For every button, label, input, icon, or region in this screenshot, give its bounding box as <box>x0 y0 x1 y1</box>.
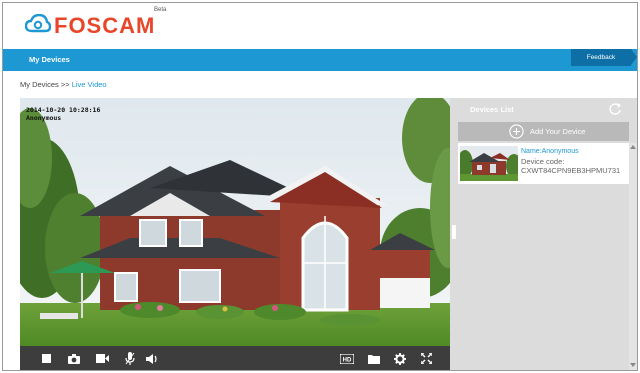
breadcrumb-root[interactable]: My Devices <box>20 80 59 89</box>
refresh-icon[interactable] <box>608 102 622 121</box>
stop-icon[interactable] <box>38 346 54 370</box>
divider-handle[interactable] <box>452 225 456 239</box>
foscam-cloud-icon <box>24 13 52 39</box>
devices-list-title: Devices List <box>470 105 514 114</box>
breadcrumb-current[interactable]: Live Video <box>72 80 107 89</box>
devices-list-panel: Devices List Add Your Device Name:Anonym… <box>458 98 637 370</box>
breadcrumb: My Devices >> Live Video <box>20 80 107 89</box>
feedback-button[interactable]: Feedback <box>571 49 631 66</box>
record-video-icon[interactable] <box>94 346 110 370</box>
hd-badge-icon[interactable]: HD <box>338 346 356 370</box>
add-circle-icon <box>509 124 524 144</box>
add-device-label: Add Your Device <box>530 127 586 136</box>
folder-icon[interactable] <box>366 346 382 370</box>
header: FOSCAM Beta <box>3 3 637 47</box>
devices-scrollbar[interactable] <box>629 143 637 370</box>
device-code-label: Device code: <box>521 157 565 166</box>
device-list-item[interactable]: Name:Anonymous Device code: CXWT84CPN9EB… <box>458 143 629 184</box>
logo-text: FOSCAM <box>54 13 156 38</box>
video-osd: 2014-10-20 10:28:16 Anonymous <box>26 106 100 122</box>
snapshot-camera-icon[interactable] <box>66 346 82 370</box>
app-window: FOSCAM Beta My Devices Feedback My Devic… <box>2 2 638 371</box>
scroll-down-arrow-icon[interactable] <box>630 363 636 367</box>
osd-timestamp: 2014-10-20 10:28:16 <box>26 106 101 114</box>
fullscreen-icon[interactable] <box>418 346 434 370</box>
hd-label: HD <box>343 357 352 363</box>
scroll-up-arrow-icon[interactable] <box>630 145 636 149</box>
live-video-view[interactable]: 2014-10-20 10:28:16 Anonymous <box>20 98 450 346</box>
video-control-bar: HD <box>20 346 450 370</box>
osd-camera-name: Anonymous <box>26 114 62 122</box>
camera-feed-image <box>20 98 450 346</box>
microphone-icon[interactable] <box>122 346 138 370</box>
device-code: CXWT84CPN9EB3HPMU731 <box>521 166 621 175</box>
feedback-arrow <box>631 49 637 65</box>
nav-bar: My Devices Feedback <box>3 49 637 71</box>
breadcrumb-separator: >> <box>60 80 70 89</box>
speaker-icon[interactable] <box>144 346 160 370</box>
add-device-button[interactable]: Add Your Device <box>458 122 629 141</box>
device-thumbnail <box>460 146 518 181</box>
nav-my-devices[interactable]: My Devices <box>29 49 70 71</box>
device-name[interactable]: Name:Anonymous <box>521 148 579 155</box>
settings-gear-icon[interactable] <box>392 346 408 370</box>
beta-badge: Beta <box>154 7 167 13</box>
foscam-logo[interactable]: FOSCAM <box>24 13 156 39</box>
